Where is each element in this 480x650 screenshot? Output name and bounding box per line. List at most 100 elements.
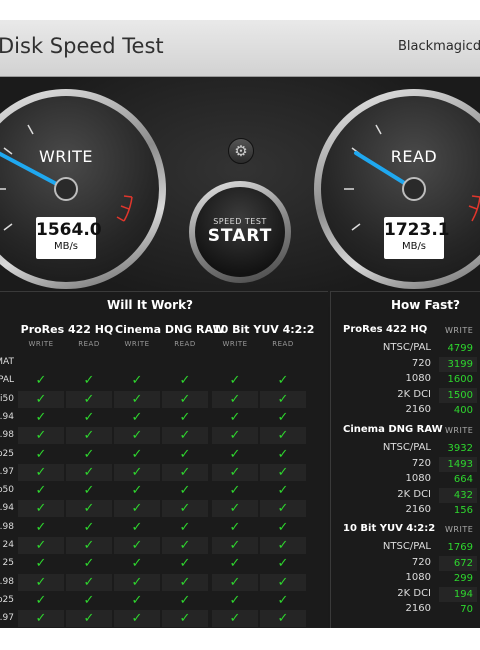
format-label: 1080p29.97 — [0, 466, 14, 477]
check-icon: ✓ — [18, 610, 64, 628]
start-button[interactable]: SPEED TEST START — [189, 181, 291, 283]
format-label: 2K DCI 23.98 — [0, 521, 14, 532]
read-subheader: READ — [78, 340, 100, 348]
check-icon: ✓ — [277, 592, 289, 608]
read-unit: MB/s — [401, 241, 427, 252]
check-icon: ✓ — [260, 537, 306, 554]
check-icon: ✓ — [212, 500, 258, 518]
check-icon: ✓ — [260, 610, 306, 628]
how-fast-row-value: 1600 — [447, 374, 473, 385]
format-label: FORMAT — [0, 357, 14, 367]
check-icon: ✓ — [212, 390, 258, 408]
check-icon: ✓ — [83, 373, 95, 389]
app-window: Disk Speed Test Blackmagicdesign — [0, 20, 480, 628]
check-icon: ✓ — [66, 463, 112, 481]
check-icon: ✓ — [18, 500, 64, 518]
write-unit: MB/s — [53, 241, 79, 252]
how-fast-row-label: NTSC/PAL — [382, 342, 431, 353]
how-fast-row-label: 2K DCI — [397, 587, 431, 599]
check-icon: ✓ — [260, 427, 306, 445]
how-fast-row-value: 1493 — [439, 456, 477, 472]
how-fast-row-label: 1080 — [405, 572, 431, 583]
format-label: 2160p23.98 — [0, 576, 14, 587]
check-icon: ✓ — [179, 519, 191, 535]
how-fast-row-value: 1769 — [447, 542, 473, 553]
format-label: 1080p25 — [0, 448, 14, 459]
check-icon: ✓ — [162, 390, 208, 408]
how-fast-row-label: NTSC/PAL — [382, 442, 431, 453]
check-icon: ✓ — [162, 573, 208, 591]
check-icon: ✓ — [66, 390, 112, 408]
will-it-work-panel: Will It Work? ProRes 422 HQ Cinema DNG RA… — [0, 291, 328, 628]
check-icon: ✓ — [162, 463, 208, 481]
check-icon: ✓ — [260, 573, 306, 591]
check-icon: ✓ — [131, 409, 143, 425]
check-icon: ✓ — [179, 592, 191, 608]
check-icon: ✓ — [66, 427, 112, 445]
check-icon: ✓ — [35, 446, 47, 462]
format-label: 1080p23.98 — [0, 430, 14, 441]
how-fast-row-value: 1500 — [439, 387, 477, 403]
format-label: 2160p29.97 — [0, 613, 14, 624]
check-icon: ✓ — [277, 519, 289, 535]
start-button-caption: SPEED TEST — [213, 217, 267, 226]
how-fast-row-label: 720 — [411, 357, 431, 369]
check-icon: ✓ — [162, 500, 208, 518]
how-fast-row-label: 1080 — [405, 473, 431, 484]
check-icon: ✓ — [35, 483, 47, 499]
check-icon: ✓ — [35, 556, 47, 572]
check-icon: ✓ — [131, 373, 143, 389]
how-fast-write-subheader: WRITE — [445, 426, 474, 435]
check-icon: ✓ — [212, 463, 258, 481]
write-subheader: WRITE — [28, 340, 54, 348]
check-icon: ✓ — [277, 556, 289, 572]
check-icon: ✓ — [18, 390, 64, 408]
start-button-face: SPEED TEST START — [195, 187, 285, 277]
check-icon: ✓ — [66, 537, 112, 554]
how-fast-row-value: 672 — [439, 555, 477, 571]
how-fast-row-label: 2K DCI — [397, 488, 431, 500]
check-icon: ✓ — [131, 446, 143, 462]
how-fast-group-title: ProRes 422 HQ — [343, 324, 428, 335]
check-icon: ✓ — [66, 610, 112, 628]
check-icon: ✓ — [229, 409, 241, 425]
check-icon: ✓ — [18, 537, 64, 554]
check-icon: ✓ — [114, 463, 160, 481]
how-fast-row-label: 2160 — [405, 504, 431, 515]
check-icon: ✓ — [179, 556, 191, 572]
check-icon: ✓ — [35, 373, 47, 389]
check-icon: ✓ — [83, 446, 95, 462]
write-value: 1564.0 — [36, 220, 102, 240]
check-icon: ✓ — [35, 519, 47, 535]
check-icon: ✓ — [179, 373, 191, 389]
how-fast-panel: How Fast? ProRes 422 HQ WRITE NTSC/PAL 4799… — [330, 291, 480, 628]
check-icon: ✓ — [131, 556, 143, 572]
check-icon: ✓ — [83, 409, 95, 425]
format-label: 1080i50 — [0, 393, 14, 404]
check-icon: ✓ — [212, 537, 258, 554]
gear-icon[interactable]: ⚙ — [228, 138, 254, 164]
write-subheader: WRITE — [222, 340, 248, 348]
check-icon: ✓ — [114, 500, 160, 518]
check-icon: ✓ — [277, 409, 289, 425]
check-icon: ✓ — [83, 556, 95, 572]
how-fast-row-value: 70 — [460, 604, 473, 615]
check-icon: ✓ — [114, 427, 160, 445]
how-fast-row-label: 2K DCI — [397, 388, 431, 400]
how-fast-row-value: 4799 — [447, 343, 473, 354]
check-icon: ✓ — [277, 446, 289, 462]
check-icon: ✓ — [66, 573, 112, 591]
check-icon: ✓ — [260, 390, 306, 408]
read-label: READ — [390, 147, 438, 166]
brand-logo-text: Blackmagicdesign — [398, 39, 480, 54]
check-icon: ✓ — [114, 573, 160, 591]
write-gauge: WRITE 1564.0 MB/s — [0, 89, 166, 289]
read-subheader: READ — [174, 340, 196, 348]
check-icon: ✓ — [260, 463, 306, 481]
column-group-header: 10 Bit YUV 4:2:2 — [213, 323, 315, 336]
column-group-header: Cinema DNG RAW — [115, 323, 225, 336]
how-fast-row-value: 194 — [439, 586, 477, 602]
read-readout: 1723.1 MB/s — [384, 217, 450, 259]
gauge-area: WRITE 1564.0 MB/s ⚙ SPEED TEST START REA… — [0, 77, 480, 307]
check-icon: ✓ — [66, 500, 112, 518]
